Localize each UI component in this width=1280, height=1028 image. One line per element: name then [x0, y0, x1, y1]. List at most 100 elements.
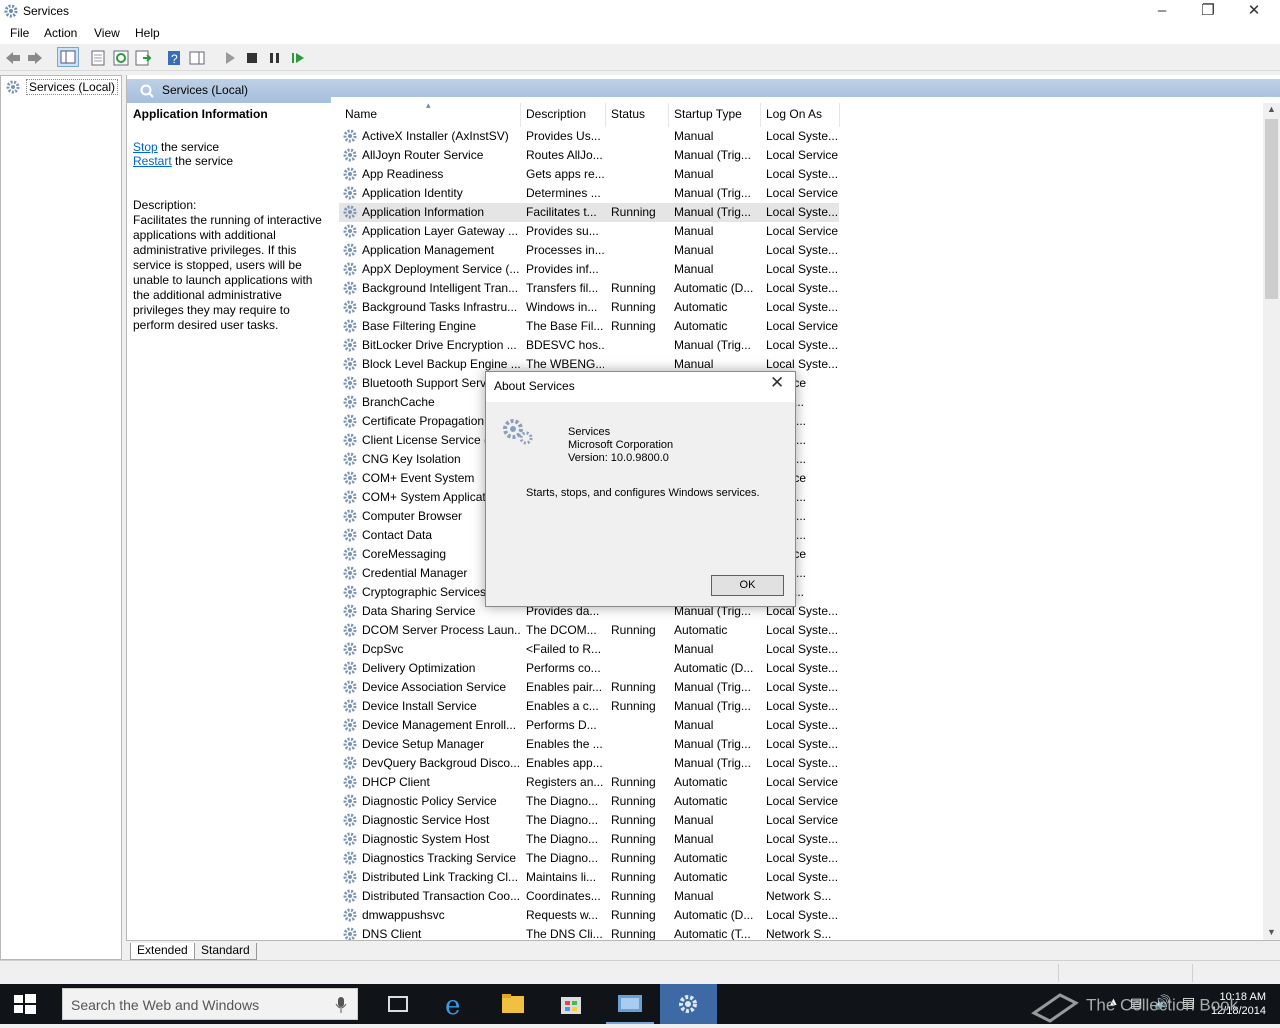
scroll-up-icon[interactable]: ▲ — [1267, 104, 1276, 114]
task-view-icon[interactable] — [374, 984, 422, 1024]
refresh-icon[interactable] — [112, 49, 130, 67]
server-manager-icon[interactable] — [606, 984, 654, 1024]
forward-icon[interactable] — [26, 49, 44, 67]
table-row[interactable]: AllJoyn Router Service Routes AllJo... Man… — [339, 146, 839, 165]
service-startup-type: Automatic (D... — [674, 281, 754, 295]
restart-service-icon[interactable] — [289, 49, 307, 67]
table-row[interactable]: Diagnostic System Host The Diagno... Runni… — [339, 830, 839, 849]
column-header-description[interactable]: Description — [526, 107, 586, 121]
maximize-icon: ❐ — [1201, 2, 1215, 19]
service-logon: Local Syste... — [766, 243, 838, 257]
store-icon[interactable] — [548, 984, 596, 1024]
properties-icon[interactable] — [89, 49, 107, 67]
service-gear-icon — [342, 717, 358, 733]
table-row[interactable]: App Readiness Gets apps re... Manual Local … — [339, 165, 839, 184]
service-status: Running — [611, 680, 656, 694]
minimize-button[interactable]: – — [1139, 0, 1185, 23]
service-gear-icon — [342, 755, 358, 771]
table-row[interactable]: Device Install Service Enables a c... Runn… — [339, 697, 839, 716]
service-startup-type: Automatic — [674, 775, 728, 789]
export-list-icon[interactable] — [134, 49, 152, 67]
service-description: The Diagno... — [526, 851, 599, 865]
table-row[interactable]: DevQuery Backgroud Disco... Enables app..… — [339, 754, 839, 773]
ok-button[interactable]: OK — [711, 575, 784, 596]
service-name: Base Filtering Engine — [362, 319, 477, 333]
table-row[interactable]: Device Setup Manager Enables the ... Manua… — [339, 735, 839, 754]
table-row[interactable]: Background Tasks Infrastru... Windows in.… — [339, 298, 839, 317]
service-description: The DNS Cli... — [526, 927, 603, 941]
internet-explorer-icon[interactable]: e — [432, 984, 480, 1024]
table-row[interactable]: dmwappushsvc Requests w... Running Automati… — [339, 906, 839, 925]
microphone-icon[interactable] — [335, 996, 347, 1017]
table-row[interactable]: Application Management Processes in... Man… — [339, 241, 839, 260]
tree-item-services-local[interactable]: Services (Local) — [26, 79, 119, 95]
scrollbar-thumb[interactable] — [1265, 119, 1278, 299]
stop-service-icon[interactable] — [243, 49, 261, 67]
tab-extended[interactable]: Extended — [130, 943, 195, 960]
service-name: DHCP Client — [362, 775, 430, 789]
selected-service-heading: Application Information — [133, 107, 268, 121]
table-row[interactable]: DHCP Client Registers an... Running Automat… — [339, 773, 839, 792]
table-row[interactable]: Device Association Service Enables pair..… — [339, 678, 839, 697]
vertical-scrollbar[interactable]: ▲ ▼ — [1263, 103, 1280, 941]
table-row[interactable]: Device Management Enroll... Performs D...… — [339, 716, 839, 735]
table-row[interactable]: Background Intelligent Tran... Transfers … — [339, 279, 839, 298]
service-gear-icon — [342, 907, 358, 923]
table-row[interactable]: Delivery Optimization Performs co... Autom… — [339, 659, 839, 678]
menu-help[interactable]: Help — [135, 26, 160, 40]
table-row[interactable]: ActiveX Installer (AxInstSV) Provides Us.… — [339, 127, 839, 146]
dialog-close-icon[interactable]: ✕ — [770, 373, 784, 393]
table-row[interactable]: Distributed Link Tracking Cl... Maintains… — [339, 868, 839, 887]
action-pane-icon[interactable] — [188, 49, 206, 67]
stop-service-link[interactable]: Stop — [133, 140, 158, 154]
file-explorer-icon[interactable] — [490, 984, 538, 1024]
services-taskbar-icon[interactable] — [660, 984, 717, 1024]
start-button[interactable] — [0, 984, 48, 1024]
service-gear-icon — [342, 774, 358, 790]
table-row[interactable]: DCOM Server Process Laun... The DCOM... Ru… — [339, 621, 839, 640]
table-row[interactable]: Base Filtering Engine The Base Fil... Runn… — [339, 317, 839, 336]
table-row[interactable]: Diagnostic Service Host The Diagno... Runn… — [339, 811, 839, 830]
menu-file[interactable]: File — [10, 26, 29, 40]
back-icon[interactable] — [4, 49, 22, 67]
column-header-status[interactable]: Status — [611, 107, 645, 121]
menu-view[interactable]: View — [94, 26, 120, 40]
service-logon: Local Syste... — [766, 661, 838, 675]
help-icon[interactable]: ? — [165, 49, 183, 67]
pause-service-icon[interactable] — [266, 49, 284, 67]
service-description: Requests w... — [526, 908, 599, 922]
column-header-log-on-as[interactable]: Log On As — [766, 107, 822, 121]
column-header-name[interactable]: Name — [345, 107, 377, 121]
table-row[interactable]: Diagnostic Policy Service The Diagno... Ru… — [339, 792, 839, 811]
service-status: Running — [611, 205, 656, 219]
maximize-button[interactable]: ❐ — [1185, 0, 1231, 23]
service-startup-type: Manual — [674, 718, 714, 732]
column-separator — [668, 103, 669, 127]
table-row[interactable]: AppX Deployment Service (... Provides inf… — [339, 260, 839, 279]
taskbar-search-box[interactable]: Search the Web and Windows — [62, 988, 358, 1020]
service-startup-type: Manual (Trig... — [674, 148, 751, 162]
table-row[interactable]: Diagnostics Tracking Service The Diagno..… — [339, 849, 839, 868]
scroll-down-icon[interactable]: ▼ — [1267, 927, 1276, 937]
table-row[interactable]: DcpSvc <Failed to R... Manual Local Syste..… — [339, 640, 839, 659]
service-gear-icon — [342, 831, 358, 847]
menu-action[interactable]: Action — [44, 26, 77, 40]
close-button[interactable]: ✕ — [1231, 0, 1277, 23]
service-logon: Local Syste... — [766, 205, 838, 219]
restart-service-link[interactable]: Restart — [133, 154, 172, 168]
table-row[interactable]: BitLocker Drive Encryption ... BDESVC hos… — [339, 336, 839, 355]
svg-text:e: e — [445, 991, 460, 1021]
service-description: The WBENG... — [526, 357, 604, 371]
table-row[interactable]: Distributed Transaction Coo... Coordinate… — [339, 887, 839, 906]
start-service-icon[interactable] — [221, 49, 239, 67]
table-row[interactable]: Application Information Facilitates t... R… — [339, 203, 839, 222]
table-row[interactable]: Application Layer Gateway ... Provides su… — [339, 222, 839, 241]
service-startup-type: Automatic — [674, 623, 728, 637]
service-description: The Diagno... — [526, 794, 599, 808]
service-logon: Local Service — [766, 813, 838, 827]
table-row[interactable]: Application Identity Determines ... Manual… — [339, 184, 839, 203]
table-row[interactable]: DNS Client The DNS Cli... Running Automatic… — [339, 925, 839, 941]
show-hide-tree-icon[interactable] — [57, 47, 79, 67]
tab-standard[interactable]: Standard — [194, 943, 257, 960]
column-header-startup-type[interactable]: Startup Type — [674, 107, 742, 121]
